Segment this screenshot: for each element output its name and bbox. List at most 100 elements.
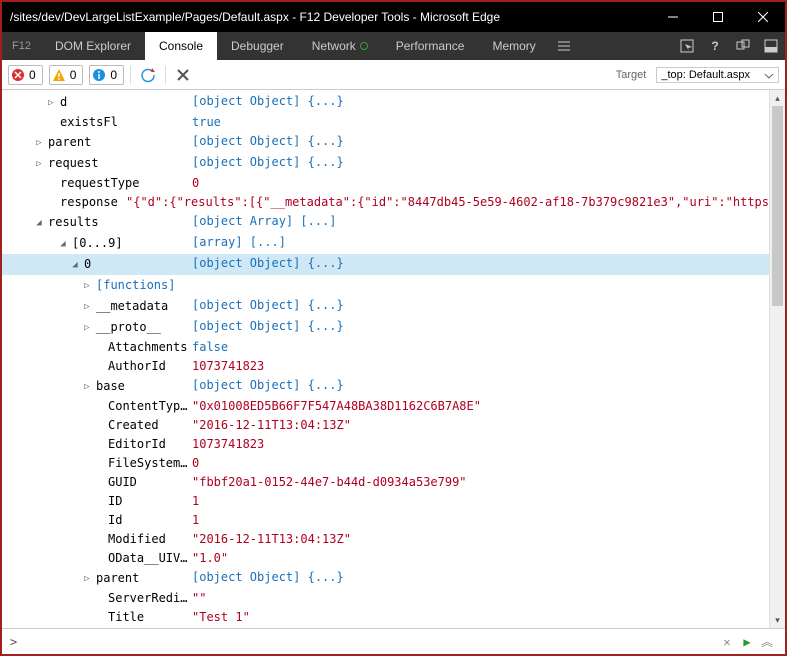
target-label: Target <box>616 69 647 81</box>
property-key: [0...9] <box>72 234 123 253</box>
property-value: "0x01008ED5B66F7F547A48BA38D1162C6B7A8E" <box>192 397 481 416</box>
clear-input-icon[interactable]: ✕ <box>717 635 737 649</box>
property-value: [object Object] {...} <box>192 317 344 338</box>
tree-row[interactable]: ID1 <box>2 492 769 511</box>
expand-toggle-icon[interactable]: ▷ <box>34 155 44 174</box>
scroll-up-arrow[interactable]: ▴ <box>770 90 785 106</box>
tree-row[interactable]: Attachmentsfalse <box>2 338 769 357</box>
property-value: [object Array] [...] <box>192 212 337 233</box>
property-key: AuthorId <box>108 357 166 376</box>
dock-icon[interactable] <box>757 32 785 60</box>
tree-row[interactable]: ▷__metadata[object Object] {...} <box>2 296 769 317</box>
refresh-button[interactable] <box>137 64 159 86</box>
tree-row[interactable]: OData__UIV…"1.0" <box>2 549 769 568</box>
undock-icon[interactable] <box>729 32 757 60</box>
warnings-filter[interactable]: 0 <box>49 65 84 85</box>
expand-toggle-icon[interactable]: ▷ <box>82 298 92 317</box>
property-key: Title <box>108 608 144 627</box>
scroll-thumb[interactable] <box>772 106 783 306</box>
tree-row[interactable]: Id1 <box>2 511 769 530</box>
window-titlebar: /sites/dev/DevLargeListExample/Pages/Def… <box>2 2 785 32</box>
tree-row[interactable]: response"{"d":{"results":[{"__metadata":… <box>2 193 769 212</box>
tree-row[interactable]: FileSystem… 0 <box>2 454 769 473</box>
expand-toggle-icon[interactable]: ◢ <box>70 256 80 275</box>
tree-row[interactable]: AuthorId1073741823 <box>2 357 769 376</box>
expand-toggle-icon[interactable]: ▷ <box>34 134 44 153</box>
property-key: __metadata <box>96 297 168 316</box>
property-key: requestType <box>60 174 139 193</box>
console-toolbar: 0 0 0 Target _top: Default.aspx <box>2 60 785 90</box>
property-key: results <box>48 213 99 232</box>
tab-debugger[interactable]: Debugger <box>217 32 298 60</box>
property-key: FileSystem… <box>108 454 187 473</box>
expand-toggle-icon[interactable]: ▷ <box>82 570 92 589</box>
property-value: 0 <box>192 454 199 473</box>
f12-label: F12 <box>2 40 41 52</box>
tree-row[interactable]: ◢[0...9] [array] [...] <box>2 233 769 254</box>
devtools-menubar: F12 DOM Explorer Console Debugger Networ… <box>2 32 785 60</box>
tree-row[interactable]: ▷[functions] <box>2 275 769 296</box>
property-value: "1.0" <box>192 549 228 568</box>
help-icon[interactable]: ? <box>701 32 729 60</box>
expand-toggle-icon[interactable]: ◢ <box>34 214 44 233</box>
property-value: [object Object] {...} <box>192 92 344 113</box>
window-title: /sites/dev/DevLargeListExample/Pages/Def… <box>10 10 650 24</box>
target-select[interactable]: _top: Default.aspx <box>656 67 779 83</box>
property-key: Modified <box>108 530 166 549</box>
vertical-scrollbar[interactable]: ▴ ▾ <box>769 90 785 628</box>
clear-button[interactable] <box>172 64 194 86</box>
run-icon[interactable]: ▶ <box>737 635 757 649</box>
object-tree[interactable]: ▷d[object Object] {...}existsFltrue▷pare… <box>2 90 769 628</box>
info-filter[interactable]: 0 <box>89 65 124 85</box>
window-close-button[interactable] <box>740 2 785 32</box>
window-maximize-button[interactable] <box>695 2 740 32</box>
property-key: parent <box>96 569 139 588</box>
tree-row[interactable]: ▷d[object Object] {...} <box>2 92 769 113</box>
tree-row[interactable]: ▷parent[object Object] {...} <box>2 568 769 589</box>
tab-memory[interactable]: Memory <box>478 32 549 60</box>
tree-row[interactable]: GUID"fbbf20a1-0152-44e7-b44d-d0934a53e79… <box>2 473 769 492</box>
tree-row[interactable]: ▷request[object Object] {...} <box>2 153 769 174</box>
errors-filter[interactable]: 0 <box>8 65 43 85</box>
property-key: request <box>48 154 99 173</box>
expand-toggle-icon[interactable]: ▷ <box>82 378 92 397</box>
tab-console[interactable]: Console <box>145 32 217 60</box>
tree-row[interactable]: existsFltrue <box>2 113 769 132</box>
chevron-down-icon <box>764 71 774 84</box>
property-value: false <box>192 338 228 357</box>
property-key: existsFl <box>60 113 118 132</box>
tree-row[interactable]: Created"2016-12-11T13:04:13Z" <box>2 416 769 435</box>
tree-row[interactable]: ◢results [object Array] [...] <box>2 212 769 233</box>
pick-element-icon[interactable] <box>673 32 701 60</box>
tree-row[interactable]: ▷__proto__[object Object] {...} <box>2 317 769 338</box>
tab-performance[interactable]: Performance <box>382 32 479 60</box>
multiline-toggle-icon[interactable]: ︽ <box>757 633 777 650</box>
property-value: [object Object] {...} <box>192 254 344 275</box>
tree-row[interactable]: ContentTyp…"0x01008ED5B66F7F547A48BA38D1… <box>2 397 769 416</box>
window-minimize-button[interactable] <box>650 2 695 32</box>
property-value: 1 <box>192 492 199 511</box>
tree-row[interactable]: Modified"2016-12-11T13:04:13Z" <box>2 530 769 549</box>
property-key: Id <box>108 511 122 530</box>
property-key: EditorId <box>108 435 166 454</box>
tree-row[interactable]: ▷base[object Object] {...} <box>2 376 769 397</box>
property-value: 0 <box>192 174 199 193</box>
tree-row[interactable]: ◢0[object Object] {...} <box>2 254 769 275</box>
tree-row[interactable]: ▷parent[object Object] {...} <box>2 132 769 153</box>
tree-row[interactable]: Title"Test 1" <box>2 608 769 627</box>
console-input-bar[interactable]: > ✕ ▶ ︽ <box>2 628 785 654</box>
property-value: [array] [...] <box>192 233 286 254</box>
tree-row[interactable]: EditorId 1073741823 <box>2 435 769 454</box>
expand-toggle-icon[interactable]: ▷ <box>46 94 56 113</box>
warning-icon <box>52 68 66 82</box>
expand-toggle-icon[interactable]: ▷ <box>82 319 92 338</box>
expand-toggle-icon[interactable]: ▷ <box>82 277 92 296</box>
overflow-icon[interactable] <box>550 32 578 60</box>
tab-dom-explorer[interactable]: DOM Explorer <box>41 32 145 60</box>
tab-network[interactable]: Network <box>298 32 382 60</box>
tree-row[interactable]: requestType 0 <box>2 174 769 193</box>
tree-row[interactable]: ServerRedi…"" <box>2 589 769 608</box>
scroll-down-arrow[interactable]: ▾ <box>770 612 785 628</box>
property-value: 1073741823 <box>192 435 264 454</box>
expand-toggle-icon[interactable]: ◢ <box>58 235 68 254</box>
